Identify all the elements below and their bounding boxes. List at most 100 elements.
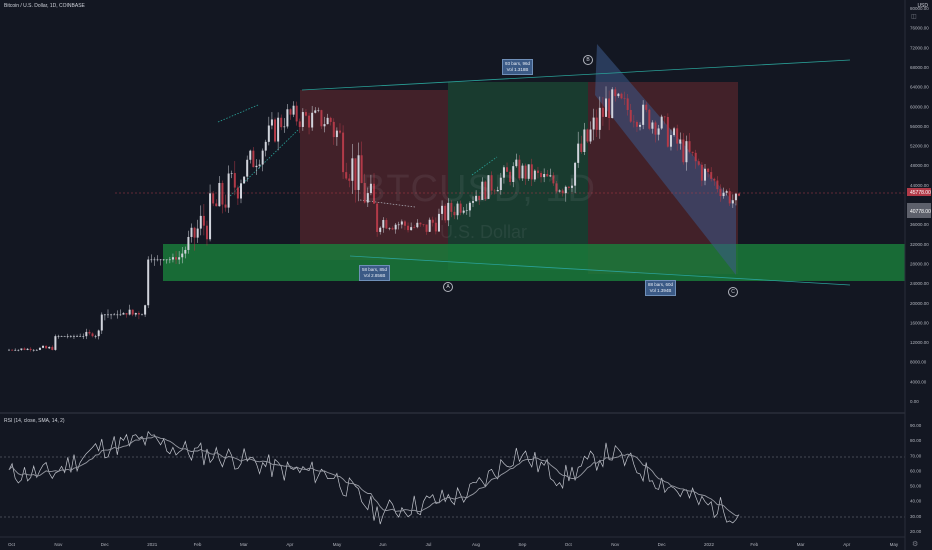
candle-body [577, 143, 580, 163]
candle-body [205, 225, 208, 240]
candle-body [329, 117, 332, 122]
candle-body [385, 219, 388, 229]
price-tick-label: 76000.00 [910, 26, 929, 31]
rsi-line [8, 430, 740, 525]
candle-body [202, 215, 205, 226]
candle-body [224, 204, 227, 208]
candle-body [685, 141, 688, 163]
candle-body [144, 305, 147, 315]
rsi-tick-label: 90.00 [910, 423, 922, 428]
candle-body [125, 313, 128, 315]
time-tick-label: Mar [797, 542, 805, 547]
candle-body [345, 172, 348, 179]
candle-body [657, 128, 660, 135]
wave-label-c[interactable]: C [728, 287, 738, 297]
candle-body [425, 224, 428, 232]
time-axis[interactable]: Oct Nov Dec 2021 Feb Mar Apr May Jun Jul Aug Sep Oct… [8, 542, 899, 547]
candle-body [629, 109, 632, 122]
candle-body [654, 122, 657, 135]
measure-note-top-line2: Vol 1.318B [506, 67, 529, 72]
currency-label[interactable]: USD [917, 3, 928, 9]
auto-scale-icon[interactable]: ◫ [911, 14, 917, 20]
time-tick-label: Feb [194, 542, 202, 547]
time-tick-label: Aug [472, 542, 481, 547]
time-tick-label: Feb [750, 542, 758, 547]
candle-body [69, 336, 72, 337]
candle-body [79, 336, 82, 337]
candle-body [106, 314, 109, 316]
price-tick-label: 16000.00 [910, 320, 929, 325]
tradingview-chart[interactable]: 80000.0076000.0072000.0068000.0064000.00… [0, 0, 932, 550]
candle-body [583, 129, 586, 152]
candle-body [725, 191, 728, 193]
candle-body [332, 121, 335, 138]
candle-body [110, 314, 113, 316]
time-tick-label: May [890, 542, 899, 547]
wave-label-a[interactable]: A [443, 282, 453, 292]
candle-body [434, 222, 437, 232]
candle-body [707, 168, 710, 173]
candle-body [215, 203, 218, 207]
rsi-indicator-label[interactable]: RSI (14, close, SMA, 14, 2) [4, 418, 65, 424]
candle-body [407, 225, 410, 231]
candle-body [611, 89, 614, 119]
candle-body [100, 314, 103, 331]
rsi-tick-label: 20.00 [910, 529, 922, 534]
time-tick-label: Mar [240, 542, 248, 547]
time-tick-label: Oct [565, 542, 573, 547]
measure-note-left[interactable]: 58 bars, 85d Vol 2.856B [359, 265, 391, 281]
candle-body [626, 98, 629, 110]
time-tick-label: 2022 [704, 542, 715, 547]
rsi-tick-label: 70.00 [910, 453, 922, 458]
candle-body [710, 172, 713, 179]
measure-note-right[interactable]: 88 bars, 60d Vol 1.394B [645, 280, 677, 296]
price-tick-label: 28000.00 [910, 261, 929, 266]
candle-body [580, 143, 583, 152]
rsi-tick-label: 80.00 [910, 438, 922, 443]
wave-label-b[interactable]: B [583, 55, 593, 65]
candle-body [431, 219, 434, 223]
candle-body [17, 349, 20, 351]
candle-body [348, 178, 351, 181]
candle-body [162, 259, 165, 261]
candle-body [589, 129, 592, 142]
candle-body [209, 193, 212, 240]
candle-body [60, 336, 63, 337]
candle-body [620, 93, 623, 99]
rsi-tick-label: 60.00 [910, 468, 922, 473]
candle-body [317, 110, 320, 111]
rsi-axis[interactable]: 90.00 80.00 70.00 60.00 50.00 40.00 30.00 20.00 [910, 423, 922, 534]
settings-gear-icon[interactable]: ⚙ [912, 540, 918, 548]
symbol-header[interactable]: Bitcoin / U.S. Dollar, 1D, COINBASE [4, 3, 85, 9]
candle-body [679, 139, 682, 144]
time-tick-label: Nov [611, 542, 620, 547]
candle-body [688, 141, 691, 152]
candle-body [354, 158, 357, 190]
price-tick-label: 60000.00 [910, 104, 929, 109]
candle-body [94, 336, 97, 337]
candle-body [66, 336, 69, 337]
candle-body [605, 98, 608, 117]
candle-body [159, 259, 162, 261]
time-tick-label: Apr [843, 542, 851, 547]
candle-body [45, 345, 48, 349]
candle-body [595, 117, 598, 130]
candle-body [660, 116, 663, 129]
candle-body [617, 93, 620, 97]
candle-body [338, 130, 341, 133]
candle-body [23, 348, 26, 350]
candle-body [171, 257, 174, 260]
candle-body [382, 219, 385, 228]
time-tick-label: Jul [426, 542, 432, 547]
candle-body [308, 115, 311, 128]
time-tick-label: Oct [8, 542, 16, 547]
candle-body [20, 348, 23, 350]
candle-body [663, 116, 666, 118]
candle-body [187, 236, 190, 250]
time-tick-label: Dec [101, 542, 110, 547]
measure-note-top[interactable]: 93 bars, 96d Vol 1.318B [502, 59, 534, 75]
candle-body [82, 336, 85, 337]
price-tick-label: 20000.00 [910, 301, 929, 306]
candle-body [249, 150, 252, 160]
candle-body [694, 152, 697, 162]
